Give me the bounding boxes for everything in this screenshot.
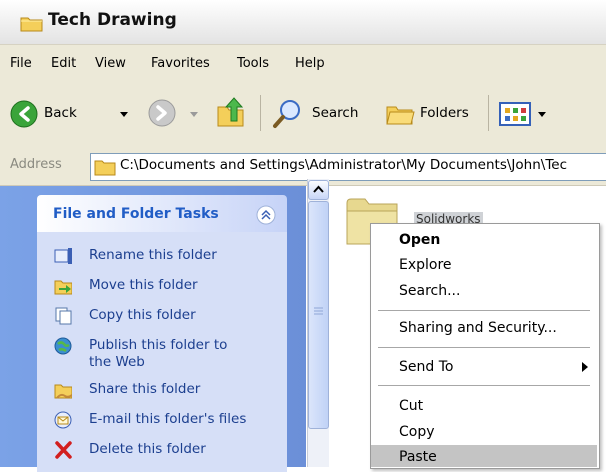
delete-icon [55, 441, 72, 459]
menu-item-send-to[interactable]: Send To [399, 359, 453, 375]
window-title: Tech Drawing [48, 10, 177, 30]
address-folder-icon [94, 160, 116, 176]
menu-file[interactable]: File [10, 56, 32, 71]
email-icon [54, 411, 72, 429]
menu-separator [378, 310, 590, 311]
views-dropdown-icon [538, 112, 546, 117]
menu-help[interactable]: Help [295, 56, 325, 71]
menu-edit[interactable]: Edit [51, 56, 76, 71]
search-label: Search [312, 105, 359, 121]
views-button[interactable] [497, 99, 551, 129]
menu-view[interactable]: View [95, 56, 126, 71]
task-move-label: Move this folder [89, 277, 198, 293]
back-label: Back [44, 105, 77, 121]
collapse-chevron-icon[interactable] [256, 205, 276, 225]
menu-item-copy[interactable]: Copy [399, 424, 435, 440]
task-email-label: E-mail this folder's files [89, 411, 247, 427]
rename-icon [54, 248, 72, 264]
share-icon [54, 384, 72, 399]
menu-separator [378, 385, 590, 386]
forward-dropdown-icon[interactable] [190, 112, 198, 117]
address-path[interactable]: C:\Documents and Settings\Administrator\… [120, 157, 567, 173]
grip-icon [314, 307, 323, 315]
folder-icon [20, 17, 43, 32]
chevron-up-icon [313, 185, 324, 193]
task-delete-label: Delete this folder [89, 441, 206, 457]
search-button[interactable]: Search [270, 97, 366, 131]
tasks-title: File and Folder Tasks [53, 206, 219, 222]
menu-item-cut[interactable]: Cut [399, 398, 423, 414]
copy-icon [55, 307, 72, 325]
folders-icon [386, 106, 415, 125]
menu-tools[interactable]: Tools [237, 56, 269, 71]
task-publish-label-2: the Web [89, 354, 145, 370]
scroll-up-button[interactable] [308, 180, 329, 200]
toolbar-separator [488, 95, 489, 131]
scroll-thumb[interactable] [308, 201, 329, 429]
menu-item-sharing-security[interactable]: Sharing and Security... [399, 320, 557, 336]
address-label: Address [10, 157, 62, 172]
folders-button[interactable]: Folders [384, 97, 482, 131]
submenu-arrow-icon [582, 362, 588, 372]
task-rename-label: Rename this folder [89, 247, 217, 263]
search-magnifier-icon [273, 100, 300, 128]
menu-item-open[interactable]: Open [399, 232, 440, 248]
toolbar-separator [260, 95, 261, 131]
back-button[interactable]: Back [8, 97, 128, 131]
menu-item-search[interactable]: Search... [399, 283, 460, 299]
views-icon [499, 102, 531, 126]
task-share-label: Share this folder [89, 381, 201, 397]
globe-icon [54, 337, 72, 355]
move-icon [54, 280, 72, 295]
task-publish-label: Publish this folder to [89, 337, 228, 353]
up-folder-icon[interactable] [215, 95, 247, 129]
menu-favorites[interactable]: Favorites [151, 56, 210, 71]
task-copy-label: Copy this folder [89, 307, 196, 323]
menu-item-paste[interactable]: Paste [399, 449, 437, 465]
folders-label: Folders [420, 105, 469, 121]
back-arrow-icon [10, 100, 38, 128]
toolbar: Back Search Folders [0, 83, 606, 150]
forward-arrow-icon[interactable] [148, 99, 176, 127]
menu-separator [378, 347, 590, 348]
back-dropdown-icon[interactable] [120, 112, 128, 117]
menu-bar: File Edit View Favorites Tools Help [0, 44, 606, 84]
menu-item-explore[interactable]: Explore [399, 257, 452, 273]
